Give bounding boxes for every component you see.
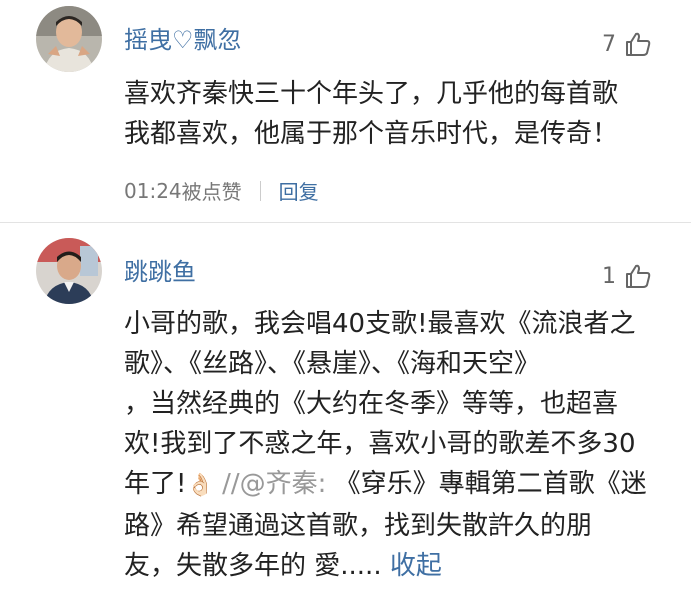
comment-text: 小哥的歌，我会唱40支歌!最喜欢《流浪者之 歌》、《丝路》、《悬崖》、《海和天空… xyxy=(124,304,674,586)
comment-line: 欢!我到了不惑之年，喜欢小哥的歌差不多30 xyxy=(124,429,636,459)
liked-by-label: 被点赞 xyxy=(181,180,242,204)
comment-divider xyxy=(0,222,691,223)
comment-line: 路》希望通過这首歌，找到失散許久的朋 xyxy=(124,511,593,541)
meta-divider xyxy=(259,180,261,201)
username[interactable]: 摇曳♡飘忽 xyxy=(124,20,242,55)
like-count: 1 xyxy=(602,263,616,289)
comment-text-fragment: 《穿乐》專輯第二首歌《迷 xyxy=(334,469,647,499)
username[interactable]: 跳跳鱼 xyxy=(124,252,196,287)
comment-text-fragment: 年了! xyxy=(124,469,187,499)
timestamp: 01:24 xyxy=(124,178,182,203)
comment-line: 友，失散多年的 愛..... 收起 xyxy=(124,546,674,586)
comment-line: 我都喜欢，他属于那个音乐时代，是传奇！ xyxy=(124,119,619,149)
reply-button[interactable]: 回复 xyxy=(279,176,319,205)
avatar[interactable] xyxy=(36,6,102,72)
avatar[interactable] xyxy=(36,238,102,304)
thumbs-up-icon[interactable] xyxy=(624,262,652,290)
ok-hand-emoji-icon: 👌🏻 xyxy=(186,473,214,498)
comment-item: 跳跳鱼 1 小哥的歌，我会唱40支歌!最喜欢《流浪者之 歌》、《丝路》、《悬崖》… xyxy=(0,224,691,599)
thumbs-up-icon[interactable] xyxy=(624,30,652,58)
comment-text-fragment: 友，失散多年的 愛..... xyxy=(124,551,382,581)
comment-line: 年了!👌🏻 //@齐秦: 《穿乐》專輯第二首歌《迷 xyxy=(124,464,674,506)
comment-item: 摇曳♡飘忽 7 喜欢齐秦快三十个年头了，几乎他的每首歌 我都喜欢，他属于那个音乐… xyxy=(0,0,691,220)
comment-line: 歌》、《丝路》、《悬崖》、《海和天空》 xyxy=(124,349,541,379)
comment-line: 小哥的歌，我会唱40支歌!最喜欢《流浪者之 xyxy=(124,309,636,339)
comment-text: 喜欢齐秦快三十个年头了，几乎他的每首歌 我都喜欢，他属于那个音乐时代，是传奇！ xyxy=(124,74,674,154)
comment-meta: 01:24 被点赞 回复 xyxy=(124,176,319,205)
collapse-button[interactable]: 收起 xyxy=(390,551,442,581)
like-button[interactable]: 7 xyxy=(602,30,652,58)
like-button[interactable]: 1 xyxy=(602,262,652,290)
like-count: 7 xyxy=(602,31,616,57)
comment-line: ，当然经典的《大约在冬季》等等，也超喜 xyxy=(124,389,619,419)
quoted-user[interactable]: //@齐秦: xyxy=(214,469,335,499)
comment-line: 喜欢齐秦快三十个年头了，几乎他的每首歌 xyxy=(124,79,619,109)
